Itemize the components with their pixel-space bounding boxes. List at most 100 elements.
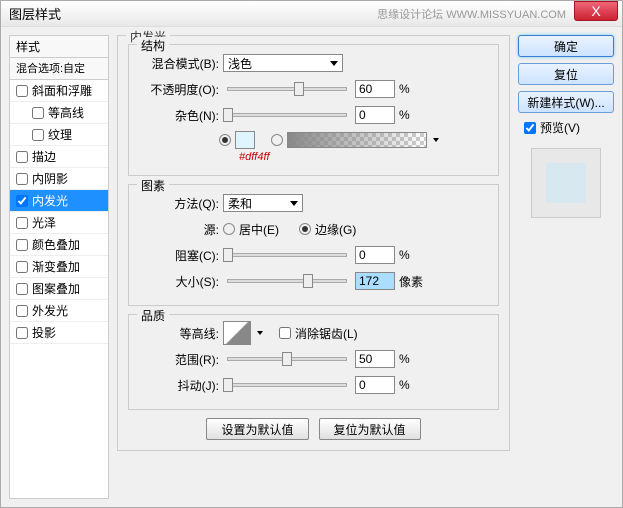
watermark: 思缘设计论坛 WWW.MISSYUAN.COM bbox=[377, 6, 566, 22]
range-slider[interactable] bbox=[227, 357, 347, 361]
color-row bbox=[139, 131, 488, 149]
source-edge-radio[interactable] bbox=[299, 223, 311, 235]
range-label: 范围(R): bbox=[139, 351, 219, 368]
size-label: 大小(S): bbox=[139, 273, 219, 290]
slider-thumb[interactable] bbox=[223, 378, 233, 392]
source-label: 源: bbox=[139, 221, 219, 238]
patternoverlay-check[interactable] bbox=[16, 283, 28, 295]
ok-button[interactable]: 确定 bbox=[518, 35, 614, 57]
sidebar-item-patternoverlay[interactable]: 图案叠加 bbox=[10, 278, 108, 300]
range-input[interactable] bbox=[355, 350, 395, 368]
sidebar-item-bevel[interactable]: 斜面和浮雕 bbox=[10, 80, 108, 102]
blendmode-dropdown[interactable]: 浅色 bbox=[223, 54, 343, 72]
technique-label: 方法(Q): bbox=[139, 195, 219, 212]
stroke-check[interactable] bbox=[16, 151, 28, 163]
blendmode-row: 混合模式(B): 浅色 bbox=[139, 53, 488, 73]
window-title: 图层样式 bbox=[9, 4, 61, 23]
jitter-slider[interactable] bbox=[227, 383, 347, 387]
slider-thumb[interactable] bbox=[223, 108, 233, 122]
contour-swatch[interactable] bbox=[223, 321, 251, 345]
sidebar-item-innerglow[interactable]: 内发光 bbox=[10, 190, 108, 212]
preview-inner bbox=[546, 163, 586, 203]
preview-box bbox=[531, 148, 601, 218]
choke-label: 阻塞(C): bbox=[139, 247, 219, 264]
sidebar-item-texture[interactable]: 纹理 bbox=[10, 124, 108, 146]
antialias-checkbox[interactable]: 消除锯齿(L) bbox=[279, 325, 358, 342]
choke-slider[interactable] bbox=[227, 253, 347, 257]
elements-fieldset: 图素 方法(Q): 柔和 源: 居中(E) 边缘(G) bbox=[128, 184, 499, 306]
layer-style-dialog: 图层样式 思缘设计论坛 WWW.MISSYUAN.COM X 样式 混合选项:自… bbox=[0, 0, 623, 508]
noise-input[interactable] bbox=[355, 106, 395, 124]
noise-slider[interactable] bbox=[227, 113, 347, 117]
color-radio[interactable] bbox=[219, 134, 231, 146]
reset-default-button[interactable]: 复位为默认值 bbox=[319, 418, 421, 440]
sidebar-item-gradientoverlay[interactable]: 渐变叠加 bbox=[10, 256, 108, 278]
close-button[interactable]: X bbox=[574, 1, 618, 21]
size-input[interactable] bbox=[355, 272, 395, 290]
texture-check[interactable] bbox=[32, 129, 44, 141]
contour-dropdown-icon[interactable] bbox=[257, 331, 263, 335]
dropdown-arrow-icon bbox=[330, 61, 338, 66]
titlebar-right: 思缘设计论坛 WWW.MISSYUAN.COM X bbox=[377, 6, 622, 22]
center-panel: 内发光 结构 混合模式(B): 浅色 不透明度(O): % bbox=[117, 35, 510, 499]
slider-thumb[interactable] bbox=[303, 274, 313, 288]
preview-checkbox[interactable]: 预览(V) bbox=[518, 119, 614, 136]
coloroverlay-check[interactable] bbox=[16, 239, 28, 251]
size-slider[interactable] bbox=[227, 279, 347, 283]
sidebar-header[interactable]: 样式 bbox=[10, 36, 108, 58]
gradient-swatch[interactable] bbox=[287, 132, 427, 148]
styles-sidebar: 样式 混合选项:自定 斜面和浮雕 等高线 纹理 描边 内阴影 内发光 光泽 颜色… bbox=[9, 35, 109, 499]
cancel-button[interactable]: 复位 bbox=[518, 63, 614, 85]
set-default-button[interactable]: 设置为默认值 bbox=[206, 418, 308, 440]
content: 样式 混合选项:自定 斜面和浮雕 等高线 纹理 描边 内阴影 内发光 光泽 颜色… bbox=[1, 27, 622, 507]
sidebar-item-dropshadow[interactable]: 投影 bbox=[10, 322, 108, 344]
noise-label: 杂色(N): bbox=[139, 107, 219, 124]
slider-thumb[interactable] bbox=[294, 82, 304, 96]
color-swatch[interactable] bbox=[235, 131, 255, 149]
range-row: 范围(R): % bbox=[139, 349, 488, 369]
contour-label: 等高线: bbox=[139, 325, 219, 342]
sidebar-item-outerglow[interactable]: 外发光 bbox=[10, 300, 108, 322]
sidebar-item-stroke[interactable]: 描边 bbox=[10, 146, 108, 168]
main: 内发光 结构 混合模式(B): 浅色 不透明度(O): % bbox=[117, 35, 614, 499]
contour-row: 等高线: 消除锯齿(L) bbox=[139, 323, 488, 343]
quality-legend: 品质 bbox=[137, 307, 169, 324]
new-style-button[interactable]: 新建样式(W)... bbox=[518, 91, 614, 113]
source-center-radio[interactable] bbox=[223, 223, 235, 235]
gradient-dropdown-icon[interactable] bbox=[433, 138, 439, 142]
opacity-label: 不透明度(O): bbox=[139, 81, 219, 98]
right-column: 确定 复位 新建样式(W)... 预览(V) bbox=[518, 35, 614, 499]
sidebar-item-coloroverlay[interactable]: 颜色叠加 bbox=[10, 234, 108, 256]
gradientoverlay-check[interactable] bbox=[16, 261, 28, 273]
opacity-input[interactable] bbox=[355, 80, 395, 98]
color-hex-note: #dff4ff bbox=[139, 151, 488, 163]
sidebar-item-contour[interactable]: 等高线 bbox=[10, 102, 108, 124]
contour-check[interactable] bbox=[32, 107, 44, 119]
sidebar-item-innershadow[interactable]: 内阴影 bbox=[10, 168, 108, 190]
technique-row: 方法(Q): 柔和 bbox=[139, 193, 488, 213]
gradient-radio[interactable] bbox=[271, 134, 283, 146]
size-row: 大小(S): 像素 bbox=[139, 271, 488, 291]
slider-thumb[interactable] bbox=[282, 352, 292, 366]
sidebar-item-satin[interactable]: 光泽 bbox=[10, 212, 108, 234]
outerglow-check[interactable] bbox=[16, 305, 28, 317]
innerglow-check[interactable] bbox=[16, 195, 28, 207]
choke-input[interactable] bbox=[355, 246, 395, 264]
bevel-check[interactable] bbox=[16, 85, 28, 97]
choke-row: 阻塞(C): % bbox=[139, 245, 488, 265]
sidebar-subheader[interactable]: 混合选项:自定 bbox=[10, 58, 108, 80]
dropshadow-check[interactable] bbox=[16, 327, 28, 339]
default-buttons-row: 设置为默认值 复位为默认值 bbox=[128, 418, 499, 440]
dropdown-arrow-icon bbox=[290, 201, 298, 206]
innerglow-fieldset: 内发光 结构 混合模式(B): 浅色 不透明度(O): % bbox=[117, 35, 510, 451]
jitter-label: 抖动(J): bbox=[139, 377, 219, 394]
jitter-row: 抖动(J): % bbox=[139, 375, 488, 395]
quality-fieldset: 品质 等高线: 消除锯齿(L) 范围(R): % bbox=[128, 314, 499, 410]
slider-thumb[interactable] bbox=[223, 248, 233, 262]
innershadow-check[interactable] bbox=[16, 173, 28, 185]
satin-check[interactable] bbox=[16, 217, 28, 229]
jitter-input[interactable] bbox=[355, 376, 395, 394]
opacity-slider[interactable] bbox=[227, 87, 347, 91]
blendmode-label: 混合模式(B): bbox=[139, 55, 219, 72]
technique-dropdown[interactable]: 柔和 bbox=[223, 194, 303, 212]
